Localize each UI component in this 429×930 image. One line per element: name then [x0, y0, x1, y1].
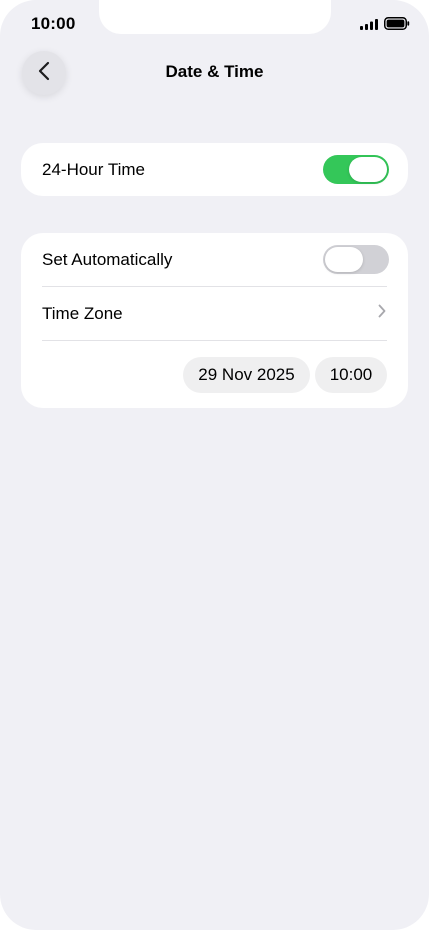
time-picker-button[interactable]: 10:00 [315, 357, 387, 393]
chevron-right-icon [378, 304, 386, 323]
time-zone-label: Time Zone [42, 303, 123, 323]
date-time-card: Set Automatically Time Zone 29 Nov 2025 … [21, 233, 408, 408]
toggle-knob [325, 247, 363, 272]
hour24-row: 24-Hour Time [42, 143, 389, 196]
phone-screen: 10:00 Date & Time 24-Hour Time Set Autom… [0, 0, 429, 930]
toggle-knob [349, 157, 387, 182]
date-picker-button[interactable]: 29 Nov 2025 [183, 357, 310, 393]
set-automatically-toggle[interactable] [323, 245, 389, 274]
hour24-label: 24-Hour Time [42, 159, 145, 179]
hour24-toggle[interactable] [323, 155, 389, 184]
divider [42, 340, 387, 341]
set-automatically-label: Set Automatically [42, 249, 173, 269]
device-notch [99, 0, 331, 34]
battery-icon [384, 17, 410, 35]
page-title: Date & Time [165, 62, 264, 81]
signal-icon [360, 17, 378, 35]
status-bar-icons [360, 17, 410, 35]
hour24-card: 24-Hour Time [21, 143, 408, 196]
set-automatically-row: Set Automatically [42, 233, 389, 286]
status-bar-time: 10:00 [31, 14, 76, 33]
time-zone-row[interactable]: Time Zone [42, 287, 389, 340]
